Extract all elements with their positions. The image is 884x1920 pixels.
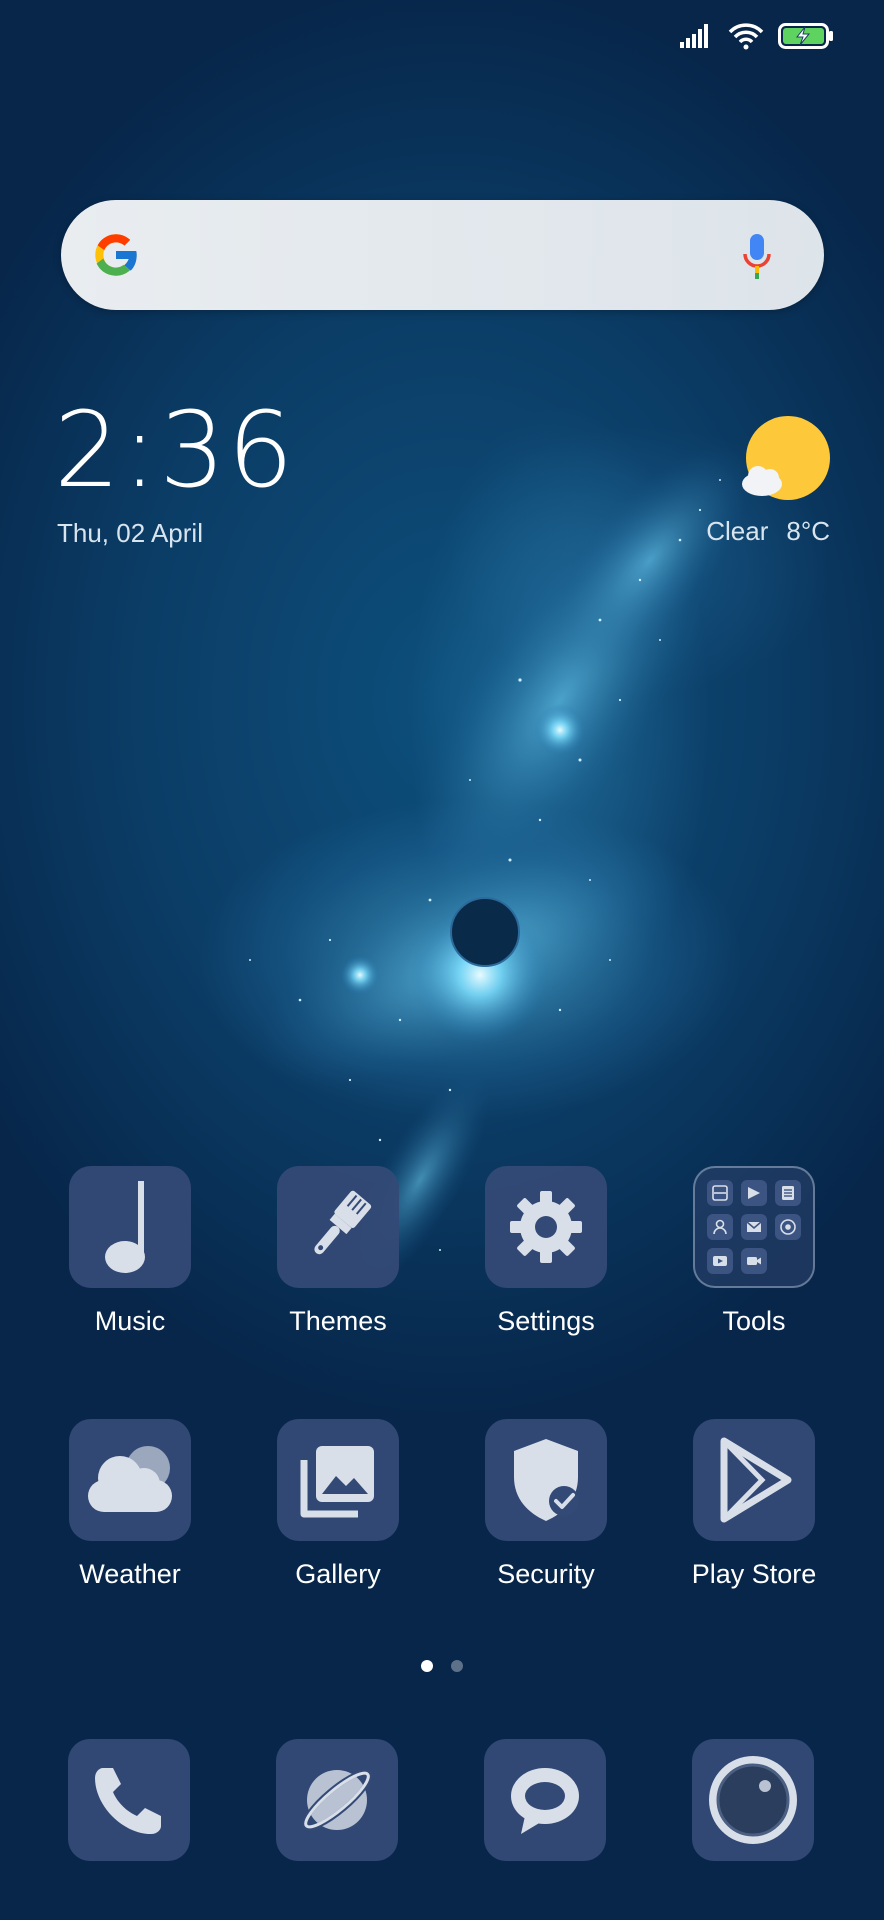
app-label: Play Store [691, 1559, 817, 1589]
weather-condition: Clear [706, 516, 769, 546]
dock-browser-tile[interactable] [276, 1739, 398, 1861]
app-settings-tile[interactable] [485, 1166, 607, 1288]
app-label: Music [94, 1306, 166, 1336]
app-themes[interactable]: Themes [243, 1166, 433, 1337]
folder-mini-chrome-icon [775, 1214, 801, 1240]
status-bar [680, 22, 834, 50]
paintbrush-icon [314, 1190, 372, 1255]
folder-mini-cleaner-icon [741, 1180, 767, 1206]
weather-temperature: 8°C [786, 516, 830, 546]
mic-icon[interactable] [742, 232, 772, 280]
app-gallery-tile[interactable] [277, 1419, 399, 1541]
app-weather-tile[interactable] [69, 1419, 191, 1541]
page-dot-1[interactable] [421, 1660, 433, 1672]
weather-summary[interactable]: Clear 8°C [706, 516, 830, 547]
dock-messages[interactable] [450, 1739, 640, 1861]
battery-charging-icon [778, 23, 833, 49]
app-music-tile[interactable] [69, 1166, 191, 1288]
shield-check-icon [514, 1439, 579, 1521]
dock-camera-tile[interactable] [692, 1739, 814, 1861]
play-store-icon [720, 1437, 792, 1523]
google-search-bar[interactable] [61, 200, 824, 310]
folder-mini-gmail-icon [741, 1214, 767, 1240]
gear-icon [510, 1191, 582, 1263]
app-label: Settings [497, 1306, 595, 1336]
signal-icon [680, 24, 708, 48]
folder-mini-notes-icon [775, 1180, 801, 1206]
sun-cloud-icon[interactable] [740, 414, 830, 504]
app-label: Gallery [295, 1559, 381, 1589]
app-label: Tools [722, 1306, 786, 1336]
phone-icon [95, 1768, 161, 1834]
app-play-store[interactable]: Play Store [659, 1419, 849, 1590]
app-security[interactable]: Security [451, 1419, 641, 1590]
music-note-icon [105, 1181, 145, 1273]
folder-mini-video-icon [741, 1248, 767, 1274]
dock-messages-tile[interactable] [484, 1739, 606, 1861]
folder-icon[interactable] [693, 1166, 815, 1288]
folder-mini-contacts-icon [707, 1214, 733, 1240]
dock-browser[interactable] [242, 1739, 432, 1861]
messages-icon [511, 1768, 579, 1834]
app-music[interactable]: Music [35, 1166, 225, 1337]
app-label: Security [497, 1559, 595, 1589]
page-indicator[interactable] [0, 1660, 884, 1672]
app-tools-folder[interactable]: Tools [659, 1166, 849, 1337]
cloud-icon [88, 1446, 172, 1512]
google-g-icon [95, 234, 139, 276]
folder-mini-youtube-icon [707, 1248, 733, 1274]
folder-mini-scanner-icon [707, 1180, 733, 1206]
dock-phone-tile[interactable] [68, 1739, 190, 1861]
wifi-icon [728, 23, 764, 50]
app-security-tile[interactable] [485, 1419, 607, 1541]
app-label: Weather [79, 1559, 181, 1589]
app-settings[interactable]: Settings [451, 1166, 641, 1337]
dock-phone[interactable] [34, 1739, 224, 1861]
gallery-icon [300, 1446, 374, 1518]
app-weather[interactable]: Weather [35, 1419, 225, 1590]
browser-planet-icon [301, 1769, 373, 1831]
app-label: Themes [289, 1306, 387, 1336]
app-gallery[interactable]: Gallery [243, 1419, 433, 1590]
clock-date: Thu, 02 April [57, 518, 203, 548]
app-play-store-tile[interactable] [693, 1419, 815, 1541]
page-dot-2[interactable] [451, 1660, 463, 1672]
dock-camera[interactable] [658, 1739, 848, 1861]
folder-preview-grid [707, 1180, 801, 1274]
camera-icon [709, 1756, 797, 1844]
app-themes-tile[interactable] [277, 1166, 399, 1288]
clock-time[interactable]: 2:36 [54, 398, 296, 502]
